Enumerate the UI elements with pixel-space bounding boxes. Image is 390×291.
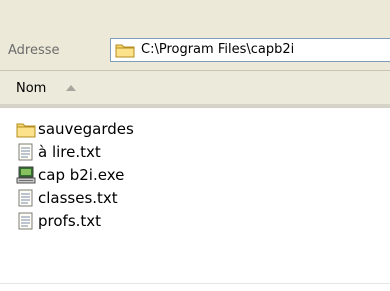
- column-header-name[interactable]: Nom: [16, 81, 46, 96]
- folder-icon: [115, 44, 135, 58]
- list-item-sauvegardes[interactable]: sauvegardes: [16, 118, 376, 140]
- list-item-a-lire[interactable]: à lire.txt: [16, 141, 376, 163]
- column-header-bar: Nom: [0, 71, 390, 108]
- item-label: à lire.txt: [38, 143, 101, 161]
- sort-ascending-icon: [66, 85, 76, 91]
- application-icon: [16, 166, 36, 184]
- list-bottom-divider: [0, 283, 390, 284]
- folder-icon: [16, 123, 36, 138]
- address-path: C:\Program Files\capb2i: [141, 42, 295, 57]
- address-label: Adresse: [8, 43, 60, 58]
- item-label: profs.txt: [38, 212, 102, 230]
- item-label: classes.txt: [38, 189, 118, 207]
- list-item-cap-b2i[interactable]: cap b2i.exe: [16, 164, 376, 186]
- text-file-icon: [18, 212, 33, 230]
- item-label: cap b2i.exe: [38, 166, 125, 184]
- list-item-profs[interactable]: profs.txt: [16, 210, 376, 232]
- address-field[interactable]: C:\Program Files\capb2i: [110, 38, 390, 62]
- explorer-window: Adresse C:\Program Files\capb2i Nom sauv…: [0, 0, 390, 291]
- text-file-icon: [18, 189, 33, 207]
- list-item-classes[interactable]: classes.txt: [16, 187, 376, 209]
- text-file-icon: [18, 143, 33, 161]
- toolbar-strip: [0, 0, 390, 32]
- item-label: sauvegardes: [38, 120, 134, 138]
- address-bar: Adresse C:\Program Files\capb2i: [0, 31, 390, 71]
